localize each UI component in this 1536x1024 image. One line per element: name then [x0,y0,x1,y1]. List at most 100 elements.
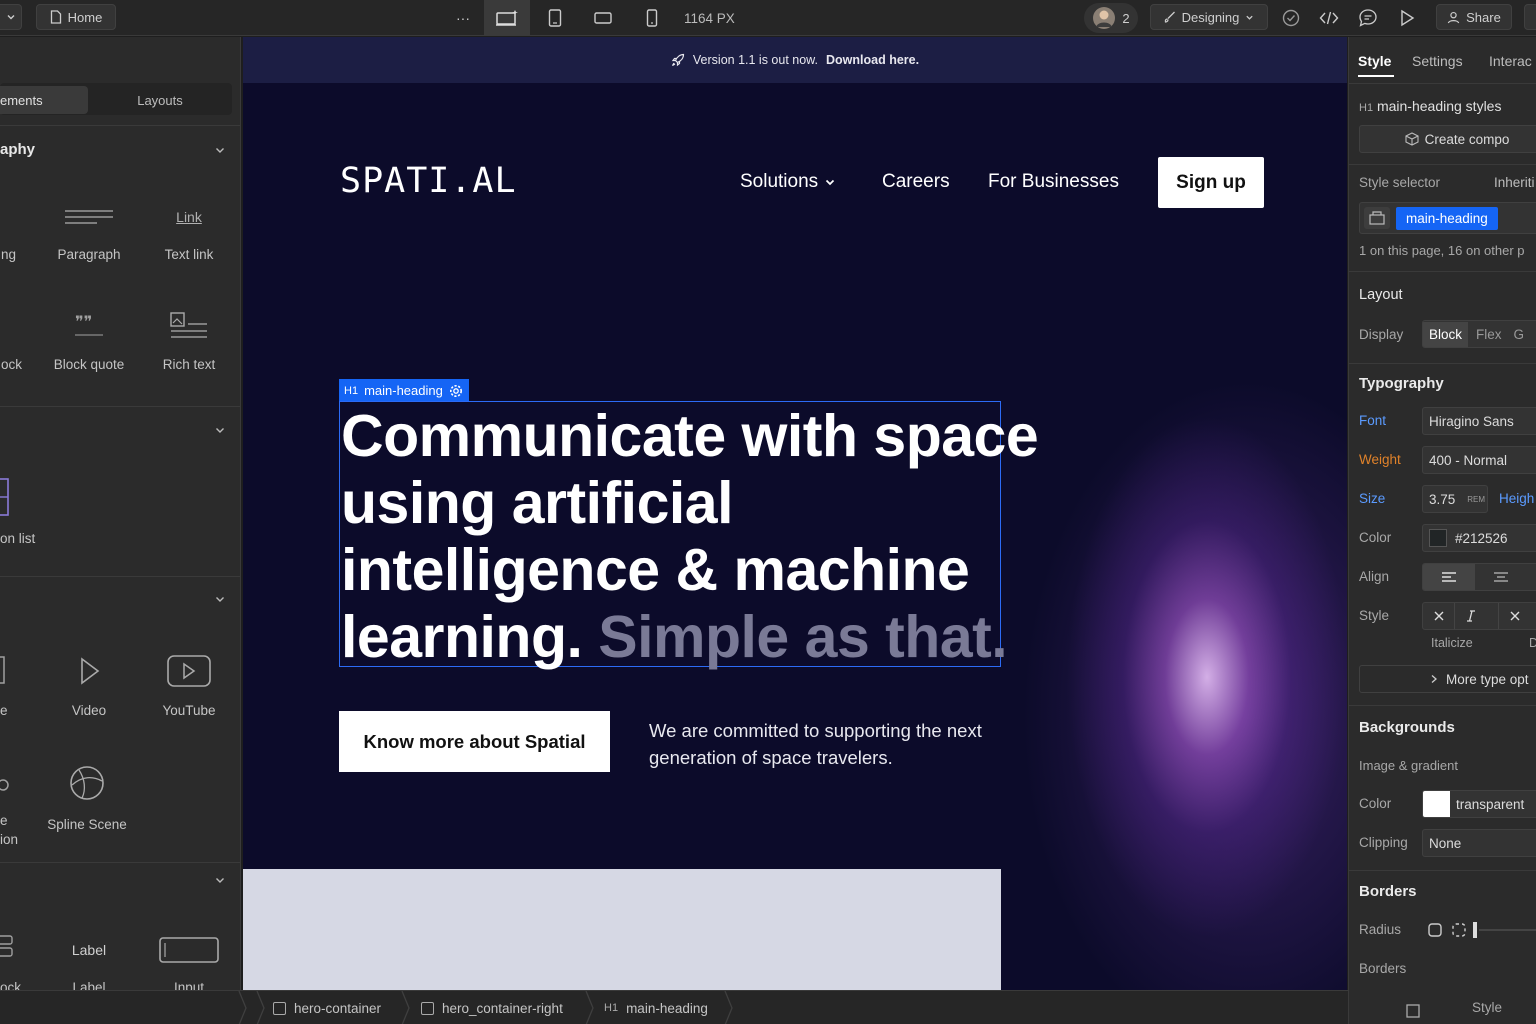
nav-careers[interactable]: Careers [882,171,950,193]
publish-status-button[interactable] [1279,6,1303,30]
element-rich-text[interactable]: Rich text [139,307,239,372]
radius-individual-icon[interactable] [1451,922,1467,938]
style-selector-field[interactable]: main-heading [1359,202,1536,234]
element-paragraph[interactable]: Paragraph [39,197,139,262]
nav-for-businesses[interactable]: For Businesses [988,171,1119,193]
element-collection-list-label: on list [0,531,36,546]
signup-button[interactable]: Sign up [1158,157,1264,208]
collaborators-button[interactable]: 2 [1084,3,1138,33]
size-unit[interactable]: REM [1467,495,1485,504]
chevron-down-icon[interactable] [214,874,226,886]
selector-class-chip[interactable]: main-heading [1396,206,1498,230]
bg-color-swatch[interactable] [1423,791,1450,817]
nav-solutions[interactable]: Solutions [740,171,836,193]
borders-heading[interactable]: Borders [1359,883,1417,900]
breadcrumb-label: hero-container [294,1000,382,1016]
breadcrumb-main-heading[interactable]: H1 main-heading [604,991,708,1024]
element-input-label: Input [173,980,205,990]
color-swatch[interactable] [1429,529,1447,547]
radius-all-icon[interactable] [1427,922,1443,938]
inheriting-label[interactable]: Inheriti [1494,175,1535,190]
style-none-option[interactable] [1423,603,1455,629]
mode-dropdown[interactable]: Designing [1150,4,1268,30]
element-block-quote[interactable]: ❞❞ Block quote [39,307,139,372]
comments-button[interactable] [1355,6,1381,30]
size-value: 3.75 [1429,491,1456,507]
chevron-down-icon [1246,15,1254,20]
share-button[interactable]: Share [1436,4,1512,30]
radius-label: Radius [1359,922,1402,937]
backgrounds-heading[interactable]: Backgrounds [1359,719,1455,736]
align-center-option[interactable] [1475,564,1527,590]
design-canvas[interactable]: Version 1.1 is out now. Download here. S… [243,37,1347,990]
phone-landscape-icon [594,12,612,24]
next-section-block[interactable] [243,869,1001,990]
weight-field[interactable]: 400 - Normal [1422,446,1536,474]
breakpoint-tablet-button[interactable] [542,6,568,30]
element-collection-list[interactable]: on list [0,477,50,546]
display-block-option[interactable]: Block [1423,321,1469,347]
display-flex-option[interactable]: Flex [1468,322,1510,347]
breakpoint-phone-button[interactable] [639,6,665,30]
tab-elements[interactable]: ements [0,86,88,114]
more-type-options-button[interactable]: More type opt [1359,665,1536,693]
chevron-down-icon [7,15,14,20]
decoration-none-option[interactable] [1499,603,1531,629]
element-youtube[interactable]: YouTube [139,653,239,718]
bg-color-label: Color [1359,796,1392,811]
create-component-button[interactable]: Create compo [1359,125,1536,153]
breadcrumb-separator-icon [724,991,733,1024]
tab-style[interactable]: Style [1358,53,1391,69]
size-field[interactable]: 3.75 REM [1422,485,1488,513]
publish-button[interactable] [1524,4,1536,30]
border-box-icon[interactable] [1405,1003,1421,1019]
display-grid-option[interactable]: G [1510,322,1529,347]
bg-color-field[interactable]: transparent [1422,790,1536,818]
know-more-button[interactable]: Know more about Spatial [339,711,610,772]
breadcrumb-type: H1 [604,1002,619,1014]
clipping-field[interactable]: None [1422,829,1536,857]
site-logo[interactable]: SPATI.AL [340,161,517,201]
code-export-button[interactable] [1316,6,1342,30]
preview-button[interactable] [1394,6,1420,30]
italic-option[interactable] [1455,603,1487,629]
more-options-button[interactable]: ··· [450,8,476,28]
main-heading[interactable]: Communicate with space using artificial … [341,403,1041,671]
element-spline-scene[interactable]: Spline Scene [37,763,137,832]
align-left-option[interactable] [1423,564,1475,590]
page-selector-button[interactable]: Home [36,4,116,30]
color-field[interactable]: #212526 [1422,524,1536,552]
element-video[interactable]: Video [39,653,139,718]
tab-interactions[interactable]: Interac [1489,53,1532,69]
paragraph-icon [65,210,113,224]
element-label[interactable]: Label Label [39,930,139,990]
selected-element-tag[interactable]: H1 main-heading [339,379,469,402]
page-icon [50,10,61,24]
gear-icon[interactable] [449,384,463,398]
radius-slider-handle[interactable] [1473,922,1477,938]
element-input[interactable]: Input [139,930,239,990]
font-field[interactable]: Hiragino Sans [1422,407,1536,435]
tab-settings[interactable]: Settings [1412,53,1463,69]
chevron-down-icon[interactable] [214,593,226,605]
form-block-icon [0,935,13,957]
tab-layouts[interactable]: Layouts [90,86,230,114]
selector-options-icon[interactable] [1364,207,1390,229]
layout-heading[interactable]: Layout [1359,287,1403,303]
breakpoint-desktop-button[interactable] [484,0,530,36]
breakpoint-landscape-button[interactable] [590,6,616,30]
chevron-down-icon[interactable] [214,424,226,436]
video-play-icon [81,657,100,685]
element-lottie-label-2: ion [0,832,19,847]
element-text-link[interactable]: Link Text link [139,197,239,262]
breadcrumb-hero-container-right[interactable]: hero_container-right [421,991,563,1024]
radius-slider-track[interactable] [1479,929,1536,931]
canvas-width-readout: 1164 PX [684,10,735,26]
banner-download-link[interactable]: Download here. [826,53,919,67]
element-video-label: Video [71,703,107,718]
menu-dropdown-button[interactable] [0,4,22,30]
label-icon: Label [71,942,107,958]
typography-heading[interactable]: Typography [1359,375,1444,392]
chevron-down-icon[interactable] [214,144,226,156]
breadcrumb-hero-container[interactable]: hero-container [273,991,381,1024]
